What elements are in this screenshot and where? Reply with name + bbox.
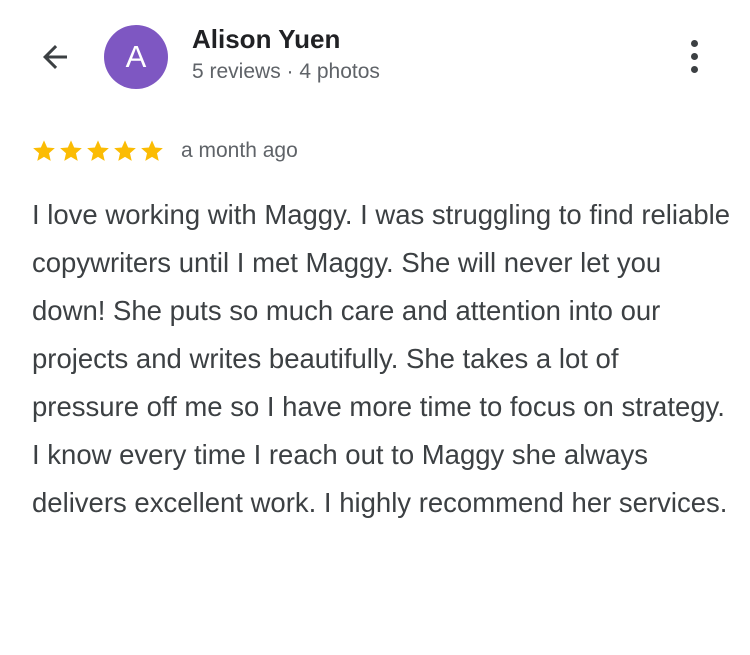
review-date: a month ago	[181, 139, 298, 162]
avatar-letter: A	[125, 39, 147, 74]
reviewer-name[interactable]: Alison Yuen	[192, 24, 340, 55]
arrow-back-icon	[43, 45, 67, 69]
reviewer-meta: 5 reviews · 4 photos	[192, 60, 380, 83]
more-options-button[interactable]	[672, 32, 716, 80]
star-icon	[114, 140, 136, 161]
more-vert-icon	[690, 39, 698, 47]
review-text: I love working with Maggy. I was struggl…	[32, 199, 731, 518]
rating-row: a month ago	[31, 134, 298, 168]
star-icon	[60, 140, 82, 161]
back-button[interactable]	[30, 34, 80, 80]
star-icon	[141, 140, 163, 161]
review-header: A Alison Yuen 5 reviews · 4 photos	[0, 0, 750, 110]
avatar[interactable]: A	[104, 25, 168, 89]
star-rating	[31, 138, 165, 164]
star-icon	[87, 140, 109, 161]
star-icon	[33, 140, 55, 161]
